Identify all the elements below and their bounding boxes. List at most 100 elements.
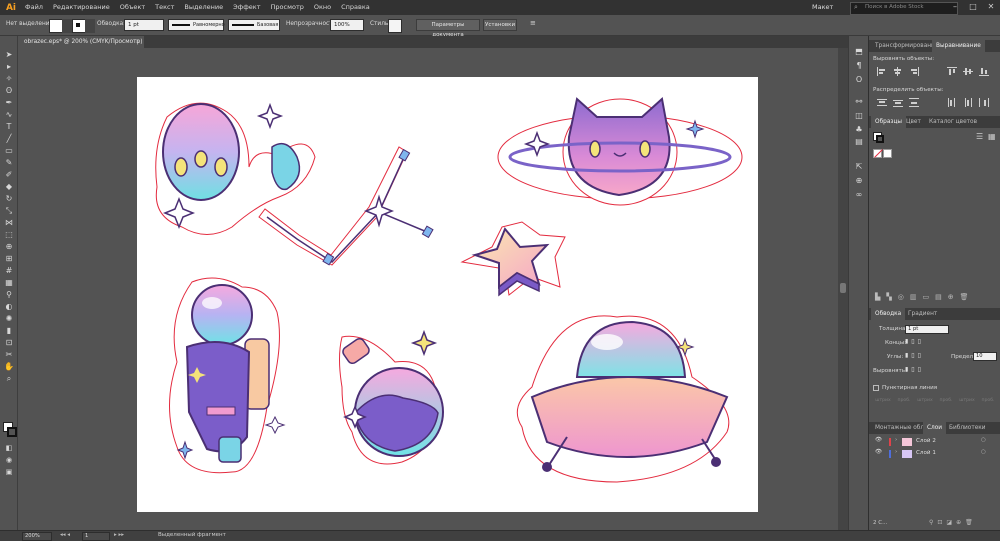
align-vertical-center-icon[interactable] [963,67,973,76]
dashed-line-checkbox[interactable] [873,385,879,391]
brush-definition[interactable]: Базовая [228,19,280,31]
direct-selection-tool-icon[interactable]: ▸ [3,61,15,73]
line-tool-icon[interactable]: ╱ [3,133,15,145]
list-view-icon[interactable]: ☰ [976,132,985,141]
fill-swatch[interactable] [49,19,63,33]
preferences-button[interactable]: Установки [483,19,517,31]
tab-align[interactable]: Выравнивание [932,40,985,52]
document-setup-button[interactable]: Параметры документа [416,19,480,38]
distribute-left-icon[interactable] [947,98,957,107]
export-panel-icon[interactable]: ⇱ [853,161,865,173]
eraser-tool-icon[interactable]: ◆ [3,181,15,193]
shape-builder-tool-icon[interactable]: ⊕ [3,241,15,253]
menu-view[interactable]: Просмотр [266,0,309,15]
dash-field-1[interactable]: штрих [873,396,893,405]
eyedropper-tool-icon[interactable]: ⚲ [3,289,15,301]
appearance-panel-icon[interactable]: ◫ [853,110,865,122]
workspace-switcher[interactable]: Макет [812,2,846,13]
color-mode-icon[interactable]: ◧ [3,442,15,454]
variable-width-profile[interactable]: Равномерно [168,19,225,31]
opacity-field[interactable]: 100% [330,19,364,31]
tab-libraries[interactable]: Библиотеки [945,422,990,434]
artboard-tool-icon[interactable]: ⊡ [3,337,15,349]
align-top-icon[interactable] [947,67,957,76]
distribute-top-icon[interactable] [877,98,887,107]
menu-window[interactable]: Окно [309,0,336,15]
align-stroke-buttons[interactable]: ▮▯▯ [905,366,941,375]
stroke-weight-field[interactable]: 1 pt [124,19,164,31]
artboard-next-icons[interactable]: ▸ ▸▸ [114,532,136,541]
potion-sticker[interactable] [339,329,444,465]
gap-field-1[interactable]: проб. [894,396,914,405]
maximize-icon[interactable]: □ [966,1,980,13]
distribute-vertical-center-icon[interactable] [893,98,903,107]
menu-help[interactable]: Справка [336,0,375,15]
symbol-sprayer-tool-icon[interactable]: ✺ [3,313,15,325]
free-transform-tool-icon[interactable]: ⬚ [3,229,15,241]
pen-tool-icon[interactable]: ✒ [3,97,15,109]
align-bottom-icon[interactable] [979,67,989,76]
menu-type[interactable]: Текст [150,0,179,15]
graphic-style-swatch[interactable] [388,19,402,33]
tab-color[interactable]: Цвет [902,116,925,128]
align-horizontal-center-icon[interactable] [893,67,903,76]
expand-chevron-icon[interactable]: › [895,437,897,443]
artboard-prev-icons[interactable]: ◂◂ ◂ [60,532,80,541]
close-icon[interactable]: ✕ [984,1,998,13]
tab-stroke[interactable]: Обводка [871,308,906,320]
lasso-tool-icon[interactable]: ʘ [3,85,15,97]
menu-object[interactable]: Объект [115,0,150,15]
stroke-dropdown-icon[interactable] [85,19,95,33]
weight-field[interactable]: 1 pt [905,325,949,334]
blend-tool-icon[interactable]: ◐ [3,301,15,313]
distribute-right-icon[interactable] [979,98,989,107]
swatches-footer-icons[interactable]: ▙▚◎▥▭▤⊕🗑 [875,293,995,303]
paragraph-panel-icon[interactable]: ¶ [853,60,865,72]
layer-row-1[interactable]: 👁 › Слой 1 ○ [869,449,1000,459]
zoom-tool-icon[interactable]: ⌕ [3,373,15,385]
selection-tool-icon[interactable]: ➤ [3,49,15,61]
zoom-field[interactable]: 200% [22,532,52,541]
drawing-mode-icon[interactable]: ◉ [3,454,15,466]
menu-icon[interactable]: ≡ [530,19,536,27]
alien-sticker[interactable] [155,102,316,235]
dash-field-2[interactable]: штрих [915,396,935,405]
rectangle-tool-icon[interactable]: ▭ [3,145,15,157]
shaper-tool-icon[interactable]: ✐ [3,169,15,181]
curvature-tool-icon[interactable]: ∿ [3,109,15,121]
opentype-panel-icon[interactable]: O [853,74,865,86]
paintbrush-tool-icon[interactable]: ✎ [3,157,15,169]
tab-gradient[interactable]: Градиент [904,308,941,320]
eye-icon[interactable]: 👁 [875,449,882,455]
star-sticker[interactable] [460,221,566,297]
close-tab-icon[interactable]: × [135,36,140,48]
align-right-icon[interactable] [909,67,919,76]
menu-edit[interactable]: Редактирование [48,0,115,15]
target-circle-icon[interactable]: ○ [981,449,986,455]
cap-buttons[interactable]: ▮▯▯ [905,338,941,347]
eye-icon[interactable]: 👁 [875,437,882,443]
tab-layers[interactable]: Слои [923,422,947,434]
asset-export-panel-icon[interactable]: ⊕ [853,175,865,187]
width-tool-icon[interactable]: ⋈ [3,217,15,229]
document-tab[interactable]: obrazec.eps* @ 200% (CMYK/Просмотр) × [18,36,144,48]
perspective-grid-tool-icon[interactable]: ⊞ [3,253,15,265]
gap-field-2[interactable]: проб. [936,396,956,405]
tab-swatches[interactable]: Образцы [871,116,906,128]
vertical-scrollbar[interactable] [838,48,848,530]
corner-buttons[interactable]: ▮▯▯ [905,352,941,361]
artboard-number-field[interactable]: 1 [82,532,110,541]
ufo-sticker[interactable] [516,315,730,483]
minimize-icon[interactable]: – [948,1,962,13]
slice-tool-icon[interactable]: ✂ [3,349,15,361]
artboard[interactable] [137,77,758,512]
stroke-swatch[interactable] [72,19,86,33]
mesh-tool-icon[interactable]: # [3,265,15,277]
gap-field-3[interactable]: проб. [978,396,998,405]
stroke-color-swatch[interactable] [7,427,17,437]
astronaut-sticker[interactable] [169,277,286,474]
menu-select[interactable]: Выделение [179,0,228,15]
transform-panel-icon[interactable]: ⬒ [853,46,865,58]
limit-field[interactable]: 10 [973,352,997,361]
chain-panel-icon[interactable]: ∞ [853,189,865,201]
